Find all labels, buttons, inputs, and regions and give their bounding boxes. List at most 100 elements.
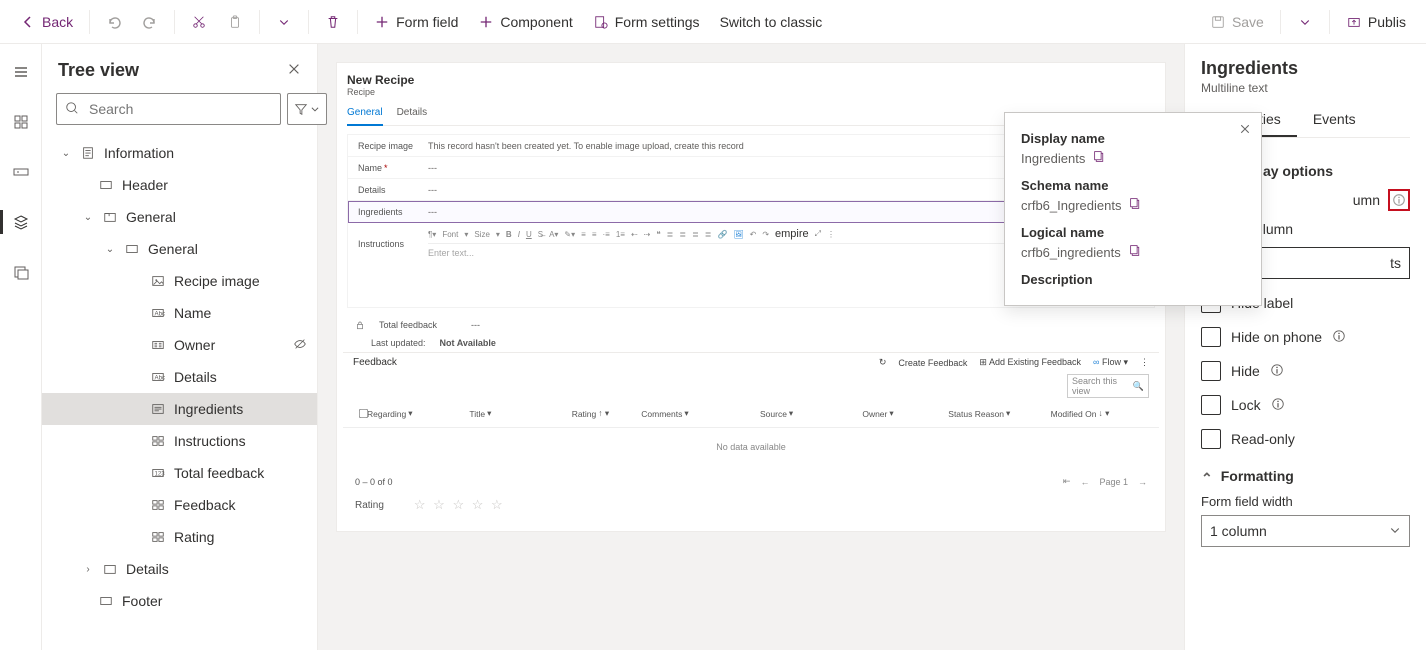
add-component-button[interactable]: Component — [470, 8, 580, 36]
tree-node-total-feedback[interactable]: 123 Total feedback — [42, 457, 317, 489]
tree-rail-button[interactable] — [5, 206, 37, 238]
info-icon[interactable] — [1270, 363, 1284, 380]
info-icon[interactable] — [1332, 329, 1346, 346]
tree-node-details[interactable]: Abc Details — [42, 361, 317, 393]
tree-node-name[interactable]: Abc Name — [42, 297, 317, 329]
tree-node-general-section[interactable]: ⌄ General — [42, 233, 317, 265]
tree-node-details-tab[interactable]: › Details — [42, 553, 317, 585]
no-data-message: No data available — [343, 428, 1159, 472]
refresh-button[interactable]: ↻ — [879, 357, 887, 368]
copy-icon[interactable] — [1129, 197, 1142, 213]
width-select[interactable]: 1 column — [1201, 515, 1410, 547]
tree-node-ingredients[interactable]: Ingredients — [42, 393, 317, 425]
lookup-icon — [150, 337, 166, 353]
delete-button[interactable] — [317, 8, 349, 36]
form-settings-button[interactable]: Form settings — [585, 8, 708, 36]
footer-total-feedback[interactable]: Total feedback --- — [343, 316, 1159, 334]
tree-node-footer[interactable]: Footer — [42, 585, 317, 617]
fields-rail-button[interactable] — [5, 156, 37, 188]
info-icon-highlighted[interactable] — [1388, 189, 1410, 211]
pager-first[interactable]: ⇤ — [1063, 476, 1071, 487]
flow-button[interactable]: ∞ Flow ▾ — [1093, 357, 1128, 368]
tree-node-instructions[interactable]: Instructions — [42, 425, 317, 457]
tree-node-header[interactable]: Header — [42, 169, 317, 201]
tree-label: General — [126, 209, 307, 225]
plus-icon — [478, 14, 494, 30]
hamburger-button[interactable] — [5, 56, 37, 88]
footer-last-updated: Last updated: Not Available — [343, 334, 1159, 352]
checkbox[interactable] — [1201, 429, 1221, 449]
cut-button[interactable] — [183, 8, 215, 36]
text-field-icon — [13, 164, 29, 180]
checkbox[interactable] — [1201, 361, 1221, 381]
pager-prev[interactable]: ← — [1080, 477, 1089, 487]
undo-button[interactable] — [98, 8, 130, 36]
logical-name-label: Logical name — [1021, 225, 1245, 240]
checkbox[interactable] — [1201, 327, 1221, 347]
copy-icon[interactable] — [1093, 150, 1106, 166]
star-rating[interactable]: ☆ ☆ ☆ ☆ ☆ — [414, 497, 505, 513]
save-button[interactable]: Save — [1202, 8, 1272, 36]
add-existing-button[interactable]: ⊞Add Existing Feedback — [979, 357, 1081, 368]
field-label: Instructions — [358, 225, 428, 262]
form-icon — [80, 145, 96, 161]
chevron-up-icon[interactable] — [1201, 467, 1213, 484]
tab-events[interactable]: Events — [1297, 103, 1372, 137]
field-value: --- — [428, 163, 437, 173]
arrow-left-icon — [20, 14, 36, 30]
rating-row[interactable]: Rating ☆ ☆ ☆ ☆ ☆ — [343, 491, 1159, 519]
hide-on-phone-row[interactable]: Hide on phone — [1201, 327, 1410, 347]
save-dropdown-button[interactable] — [1289, 8, 1321, 36]
paste-button[interactable] — [219, 8, 251, 36]
save-icon — [1210, 14, 1226, 30]
redo-icon — [142, 14, 158, 30]
pager-next[interactable]: → — [1138, 477, 1147, 487]
tree-label: Recipe image — [174, 273, 307, 289]
column-info-popover: Display name Ingredients Schema name crf… — [1004, 112, 1262, 306]
switch-classic-button[interactable]: Switch to classic — [712, 8, 831, 36]
more-icon[interactable]: ⋮ — [1140, 357, 1149, 368]
add-form-field-button[interactable]: Form field — [366, 8, 466, 36]
chevron-down-button[interactable] — [268, 8, 300, 36]
tree-node-information[interactable]: ⌄ Information — [42, 137, 317, 169]
read-only-row[interactable]: Read-only — [1201, 429, 1410, 449]
save-label: Save — [1232, 14, 1264, 30]
separator — [357, 10, 358, 34]
library-rail-button[interactable] — [5, 256, 37, 288]
grid-icon — [150, 433, 166, 449]
close-icon[interactable] — [1239, 123, 1251, 138]
components-rail-button[interactable] — [5, 106, 37, 138]
logical-name-value: crfb6_ingredients — [1021, 245, 1121, 260]
redo-button[interactable] — [134, 8, 166, 36]
tree-node-general[interactable]: ⌄ General — [42, 201, 317, 233]
create-feedback-button[interactable]: Create Feedback — [898, 358, 967, 368]
schema-name-value: crfb6_Ingredients — [1021, 198, 1121, 213]
tree-label: Ingredients — [174, 401, 307, 417]
tree-node-recipe-image[interactable]: Recipe image — [42, 265, 317, 297]
tab-details[interactable]: Details — [397, 103, 428, 125]
select-all-checkbox[interactable] — [359, 409, 368, 418]
tree-label: Instructions — [174, 433, 307, 449]
separator — [308, 10, 309, 34]
tree: ⌄ Information Header ⌄ General ⌄ General… — [42, 133, 317, 650]
grid-icon — [150, 497, 166, 513]
tree-search-box[interactable] — [56, 93, 281, 125]
prop-subtitle: Multiline text — [1201, 81, 1410, 95]
svg-text:Abc: Abc — [155, 375, 166, 382]
close-icon[interactable] — [287, 62, 301, 79]
left-rail — [0, 44, 42, 650]
hide-row[interactable]: Hide — [1201, 361, 1410, 381]
lock-row[interactable]: Lock — [1201, 395, 1410, 415]
tree-node-feedback[interactable]: Feedback — [42, 489, 317, 521]
tab-general[interactable]: General — [347, 103, 383, 126]
copy-icon[interactable] — [1129, 244, 1142, 260]
tree-node-rating[interactable]: Rating — [42, 521, 317, 553]
checkbox[interactable] — [1201, 395, 1221, 415]
feedback-search[interactable]: Search this view 🔍 — [1067, 374, 1149, 398]
tree-node-owner[interactable]: Owner — [42, 329, 317, 361]
tree-search-input[interactable] — [87, 100, 272, 118]
publish-button[interactable]: Publis — [1338, 8, 1414, 36]
tab-icon — [102, 209, 118, 225]
info-icon[interactable] — [1271, 397, 1285, 414]
back-button[interactable]: Back — [12, 8, 81, 36]
